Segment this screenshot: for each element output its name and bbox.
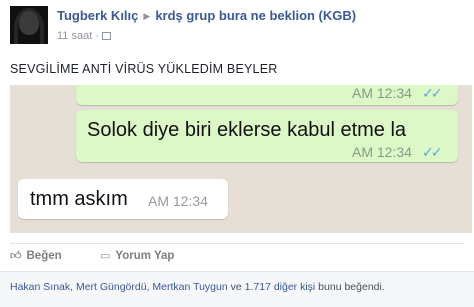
message-text: tmm askım [30, 188, 128, 210]
post-header: Tugberk Kılıç ▶ krdş grup bura ne beklion … [57, 8, 356, 23]
chat-bubble-outgoing: Solok diye biri eklerse kabul etme la AM… [76, 110, 458, 162]
chat-bubble-outgoing-partial: AM 12:34 ✓✓ [76, 85, 458, 105]
double-check-icon: ✓✓ [422, 85, 443, 101]
chat-bubble-incoming: tmm askım AM 12:34 [18, 179, 228, 219]
likes-joiner: ve [227, 281, 245, 293]
friends-icon[interactable] [101, 32, 111, 40]
like-button[interactable]: 👍︎ Beğen [10, 249, 62, 262]
like-label: Beğen [26, 250, 62, 262]
comment-button[interactable]: ▭ Yorum Yap [100, 249, 174, 262]
thumbs-up-icon: 👍︎ [10, 250, 22, 262]
likes-suffix: bunu beğendi. [315, 281, 385, 293]
comment-icon: ▭ [100, 250, 111, 262]
comment-label: Yorum Yap [115, 250, 175, 262]
arrow-right-icon: ▶ [143, 11, 151, 21]
message-text: Solok diye biri eklerse kabul etme la [87, 119, 407, 141]
separator-dot: · [95, 30, 99, 42]
post-timestamp[interactable]: 11 saat [57, 30, 92, 42]
double-check-icon: ✓✓ [422, 144, 443, 160]
group-name-link[interactable]: krdş grup bura ne beklion (KGB) [155, 8, 356, 23]
likes-summary: Hakan Sınak, Mert Güngördü, Mertkan Tuyg… [0, 271, 474, 307]
avatar[interactable] [10, 6, 48, 44]
post-body-text: SEVGİLİME ANTİ VİRÜS YÜKLEDİM BEYLER [10, 62, 278, 76]
message-time: AM 12:34 [352, 85, 412, 101]
likes-text: Hakan Sınak, Mert Güngördü, Mertkan Tuyg… [10, 281, 385, 293]
chat-screenshot[interactable]: AM 12:34 ✓✓ Solok diye biri eklerse kabu… [10, 85, 472, 233]
divider [10, 243, 464, 244]
liker-names-link[interactable]: Hakan Sınak, Mert Güngördü, Mertkan Tuyg… [10, 281, 228, 293]
other-likers-link[interactable]: 1.717 diğer kişi [245, 281, 316, 293]
message-time: AM 12:34 [352, 144, 412, 160]
hood-face [19, 11, 39, 35]
message-time: AM 12:34 [148, 193, 208, 209]
facebook-post: Tugberk Kılıç ▶ krdş grup bura ne beklion … [0, 0, 474, 307]
post-meta: 11 saat · [57, 30, 111, 42]
author-name-link[interactable]: Tugberk Kılıç [57, 8, 138, 23]
